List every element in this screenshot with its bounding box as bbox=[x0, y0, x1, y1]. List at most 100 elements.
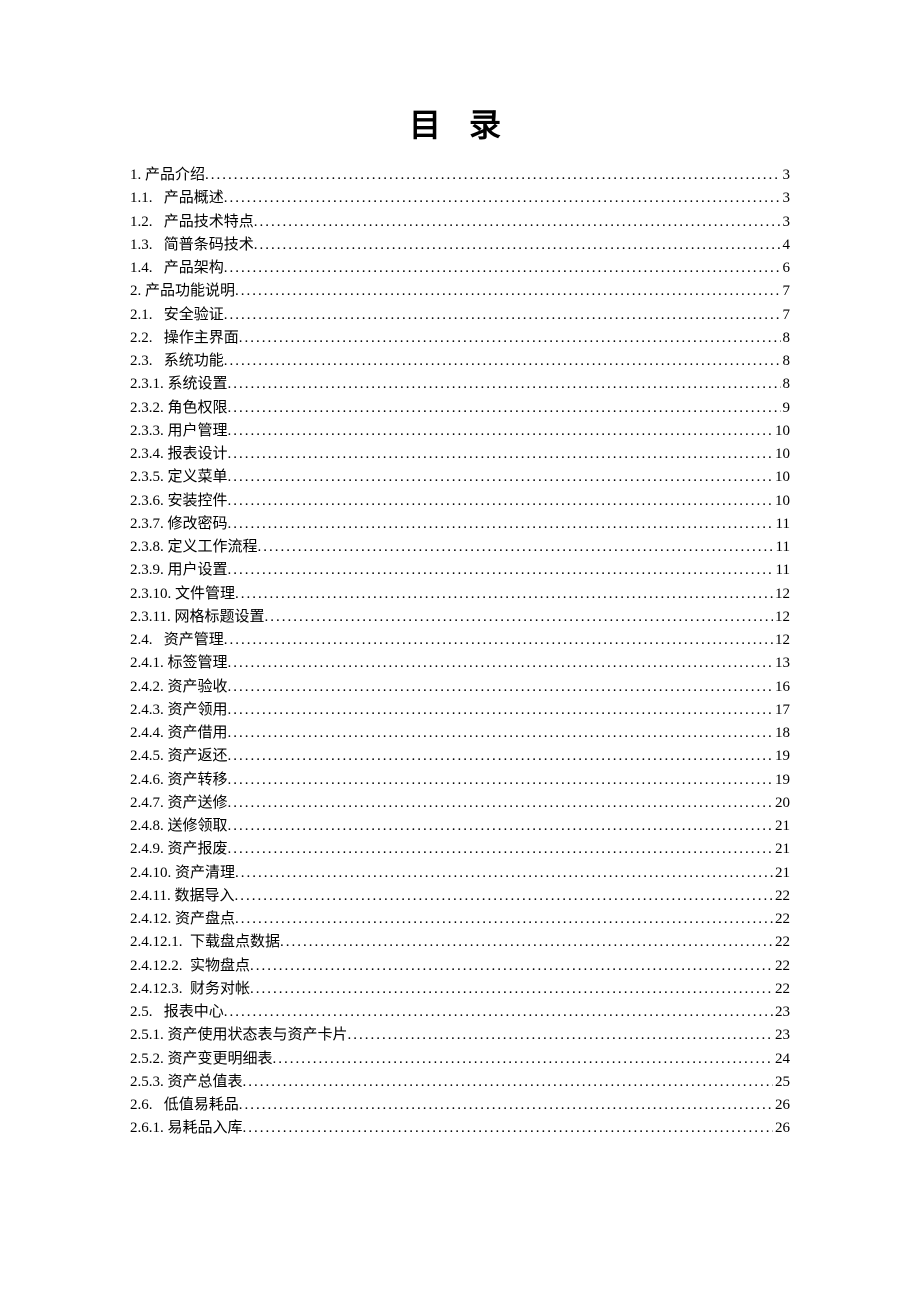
document-page: 目 录 1. 产品介绍31.1. 产品概述31.2. 产品技术特点31.3. 简… bbox=[0, 0, 920, 1302]
toc-entry-number: 2.4.12. bbox=[130, 908, 171, 931]
toc-leader-dots bbox=[224, 257, 781, 280]
toc-entry-number: 1.3. bbox=[130, 234, 153, 257]
toc-entry: 2.4. 资产管理12 bbox=[130, 629, 790, 652]
toc-entry-page: 9 bbox=[781, 397, 791, 420]
toc-entry-title: 产品技术特点 bbox=[164, 211, 254, 234]
toc-entry: 2.1. 安全验证7 bbox=[130, 304, 790, 327]
toc-entry: 2.3.6. 安装控件 10 bbox=[130, 490, 790, 513]
toc-entry: 2.4.1. 标签管理 13 bbox=[130, 652, 790, 675]
toc-entry-title: 资产送修 bbox=[168, 792, 228, 815]
toc-entry-number: 2.4.12.3. bbox=[130, 978, 183, 1001]
toc-leader-dots bbox=[235, 908, 773, 931]
toc-entry-number: 2.4.4. bbox=[130, 722, 164, 745]
toc-entry: 2.3.3. 用户管理 10 bbox=[130, 420, 790, 443]
toc-leader-dots bbox=[243, 1117, 773, 1140]
toc-entry-page: 3 bbox=[781, 164, 791, 187]
toc-entry-number: 2.4.9. bbox=[130, 838, 164, 861]
toc-leader-dots bbox=[224, 629, 773, 652]
toc-leader-dots bbox=[264, 606, 773, 629]
toc-entry-page: 11 bbox=[774, 559, 790, 582]
toc-leader-dots bbox=[234, 885, 773, 908]
toc-entry-page: 18 bbox=[773, 722, 790, 745]
toc-leader-dots bbox=[235, 280, 780, 303]
toc-leader-dots bbox=[228, 466, 773, 489]
toc-leader-dots bbox=[228, 792, 773, 815]
toc-entry-number: 2.3.9. bbox=[130, 559, 164, 582]
toc-entry-page: 4 bbox=[781, 234, 791, 257]
toc-entry-title: 资产盘点 bbox=[175, 908, 235, 931]
toc-entry: 2.5. 报表中心23 bbox=[130, 1001, 790, 1024]
toc-entry-gap bbox=[153, 1001, 164, 1024]
toc-entry: 2.6.1. 易耗品入库 26 bbox=[130, 1117, 790, 1140]
toc-entry-number: 2.4.5. bbox=[130, 745, 164, 768]
toc-entry-gap bbox=[183, 978, 191, 1001]
toc-entry-title: 资产使用状态表与资产卡片 bbox=[168, 1024, 348, 1047]
toc-entry-page: 12 bbox=[773, 583, 790, 606]
toc-entry-number: 2.5.2. bbox=[130, 1048, 164, 1071]
toc-leader-dots bbox=[228, 815, 773, 838]
toc-entry-page: 3 bbox=[781, 211, 791, 234]
toc-entry-title: 资产领用 bbox=[168, 699, 228, 722]
toc-entry-page: 7 bbox=[781, 304, 791, 327]
toc-entry-page: 22 bbox=[773, 908, 790, 931]
toc-entry-number: 2.4. bbox=[130, 629, 153, 652]
toc-entry-number: 1.2. bbox=[130, 211, 153, 234]
toc-entry-page: 22 bbox=[773, 931, 790, 954]
toc-entry-number: 2.6.1. bbox=[130, 1117, 164, 1140]
toc-entry-page: 22 bbox=[773, 885, 790, 908]
toc-entry-title: 报表设计 bbox=[168, 443, 228, 466]
toc-entry-page: 21 bbox=[773, 838, 790, 861]
toc-leader-dots bbox=[239, 1094, 773, 1117]
toc-entry: 2.4.10. 资产清理 21 bbox=[130, 862, 790, 885]
toc-leader-dots bbox=[228, 490, 773, 513]
toc-entry: 1. 产品介绍3 bbox=[130, 164, 790, 187]
toc-entry-number: 2.3.1. bbox=[130, 373, 164, 396]
toc-leader-dots bbox=[228, 420, 773, 443]
toc-entry-gap bbox=[153, 257, 164, 280]
toc-entry-page: 21 bbox=[773, 862, 790, 885]
toc-leader-dots bbox=[258, 536, 774, 559]
toc-entry: 2.4.7. 资产送修 20 bbox=[130, 792, 790, 815]
toc-entry-number: 2.3.11. bbox=[130, 606, 171, 629]
toc-entry-title: 网格标题设置 bbox=[174, 606, 264, 629]
toc-entry-title: 文件管理 bbox=[175, 583, 235, 606]
toc-entry-page: 11 bbox=[774, 513, 790, 536]
toc-entry-page: 6 bbox=[781, 257, 791, 280]
toc-leader-dots bbox=[205, 164, 780, 187]
toc-entry: 2.4.12. 资产盘点 22 bbox=[130, 908, 790, 931]
toc-entry-number: 2.4.3. bbox=[130, 699, 164, 722]
toc-entry-gap bbox=[153, 327, 164, 350]
toc-leader-dots bbox=[228, 559, 774, 582]
toc-entry-page: 26 bbox=[773, 1117, 790, 1140]
toc-entry-gap bbox=[153, 629, 164, 652]
toc-leader-dots bbox=[228, 745, 773, 768]
toc-entry-number: 2.3.8. bbox=[130, 536, 164, 559]
toc-entry-gap bbox=[153, 1094, 164, 1117]
toc-entry-gap bbox=[183, 931, 191, 954]
toc-entry-title: 资产返还 bbox=[168, 745, 228, 768]
toc-entry: 2.4.4. 资产借用 18 bbox=[130, 722, 790, 745]
toc-entry-page: 20 bbox=[773, 792, 790, 815]
toc-leader-dots bbox=[228, 652, 773, 675]
toc-entry-number: 2.4.10. bbox=[130, 862, 171, 885]
toc-entry: 2.4.12.2. 实物盘点 22 bbox=[130, 955, 790, 978]
toc-leader-dots bbox=[239, 327, 781, 350]
toc-entry: 2.4.12.3. 财务对帐 22 bbox=[130, 978, 790, 1001]
toc-leader-dots bbox=[228, 838, 773, 861]
toc-entry: 1.3. 简普条码技术4 bbox=[130, 234, 790, 257]
toc-entry-page: 24 bbox=[773, 1048, 790, 1071]
toc-title: 目 录 bbox=[130, 100, 790, 146]
toc-entry: 2.4.12.1. 下载盘点数据 22 bbox=[130, 931, 790, 954]
toc-entry-title: 下载盘点数据 bbox=[190, 931, 280, 954]
toc-entry-number: 2.5.3. bbox=[130, 1071, 164, 1094]
toc-entry: 2.3.4. 报表设计 10 bbox=[130, 443, 790, 466]
toc-entry-page: 7 bbox=[781, 280, 791, 303]
toc-entry-number: 1. bbox=[130, 164, 141, 187]
toc-entry-number: 2.4.8. bbox=[130, 815, 164, 838]
toc-entry: 2.6. 低值易耗品26 bbox=[130, 1094, 790, 1117]
toc-entry: 2.4.9. 资产报废 21 bbox=[130, 838, 790, 861]
toc-entry-title: 产品功能说明 bbox=[145, 280, 235, 303]
toc-entry-number: 2.3.5. bbox=[130, 466, 164, 489]
toc-entry-number: 2.5. bbox=[130, 1001, 153, 1024]
toc-entry-title: 产品架构 bbox=[164, 257, 224, 280]
